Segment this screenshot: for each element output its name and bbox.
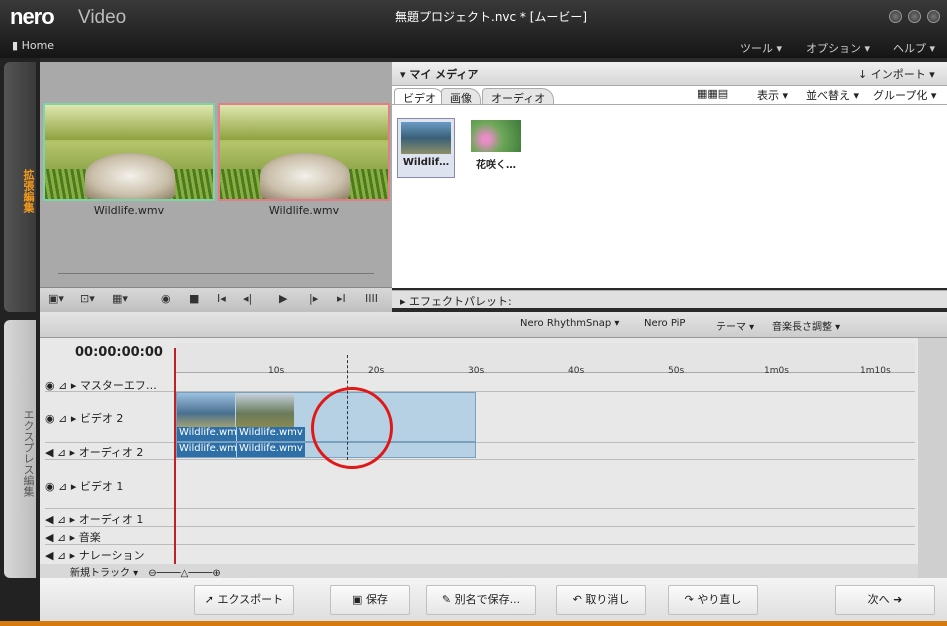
minimize-button[interactable]: [889, 10, 902, 23]
tab-audio[interactable]: オーディオ: [482, 88, 555, 105]
ruler-tick: 1m0s: [764, 366, 789, 376]
tab-image[interactable]: 画像: [441, 88, 481, 105]
play-button[interactable]: ▶: [279, 292, 287, 308]
trim-button[interactable]: IIII: [365, 292, 378, 308]
media-item-flowers[interactable]: 花咲く…: [466, 118, 526, 178]
tab-express-edit[interactable]: エクスプレス編集: [4, 320, 36, 578]
save-button[interactable]: ▣ 保存: [330, 585, 410, 615]
theme-button[interactable]: テーマ ▾: [716, 318, 754, 333]
save-as-label: 別名で保存...: [454, 593, 521, 606]
tab-video[interactable]: ビデオ: [394, 88, 445, 105]
menu-options[interactable]: オプション ▾: [806, 40, 870, 56]
ruler-tick: 20s: [368, 366, 385, 376]
clip-label: Wildlife.wmv: [237, 443, 305, 457]
next-label: 次へ: [867, 593, 890, 606]
product-name: Video: [78, 7, 127, 28]
redo-button[interactable]: ↷ やり直し: [668, 585, 758, 615]
playhead[interactable]: [174, 348, 176, 578]
undo-icon: ↶: [572, 593, 586, 606]
preview-label-right: Wildlife.wmv: [268, 204, 340, 217]
track-narration[interactable]: ◀ ⊿ ▸ ナレーション: [45, 547, 175, 563]
sort-menu[interactable]: 並べ替え ▾: [806, 87, 859, 103]
bottom-accent: [0, 621, 947, 626]
camera-icon[interactable]: ◉: [161, 292, 171, 308]
save-as-icon: ✎: [441, 593, 455, 606]
home-link[interactable]: ▮ Home: [12, 39, 54, 52]
rhythmsnap-button[interactable]: Nero RhythmSnap ▾: [520, 318, 619, 329]
stop-button[interactable]: ■: [189, 292, 199, 308]
track-label: ▸ オーディオ 1: [69, 513, 144, 526]
media-item-label: Wildlif…: [402, 157, 450, 168]
close-button[interactable]: [927, 10, 940, 23]
track-label: ▸ オーディオ 2: [69, 446, 144, 459]
maximize-button[interactable]: [908, 10, 921, 23]
highlight-circle: [311, 387, 393, 469]
window-title: 無題プロジェクト.nvc * [ムービー]: [395, 10, 588, 24]
group-menu[interactable]: グループ化 ▾: [873, 87, 936, 103]
prev-frame-button[interactable]: ◂|: [243, 292, 252, 308]
view-mode-icons[interactable]: ▦▦▤: [697, 87, 728, 100]
export-button[interactable]: ➚ エクスポート: [194, 585, 294, 615]
my-media-title[interactable]: ▾ マイ メディア: [400, 66, 478, 82]
undo-label: 取り消し: [585, 593, 630, 606]
ruler-tick: 1m10s: [860, 366, 891, 376]
track-label: ▸ ビデオ 2: [70, 412, 124, 425]
export-label: エクスポート: [217, 593, 284, 606]
timeline-side-tools: [918, 338, 947, 578]
preview-label-left: Wildlife.wmv: [93, 204, 165, 217]
snapshot-menu-icon[interactable]: ▣▾: [48, 292, 64, 308]
music-fit-button[interactable]: 音楽長さ調整 ▾: [772, 318, 840, 333]
ruler-tick: 50s: [668, 366, 685, 376]
ruler-tick: 30s: [468, 366, 485, 376]
go-start-button[interactable]: I◂: [217, 292, 226, 308]
menu-help[interactable]: ヘルプ ▾: [893, 40, 935, 56]
track-audio-1[interactable]: ◀ ⊿ ▸ オーディオ 1: [45, 511, 175, 527]
save-label: 保存: [365, 593, 388, 606]
preview-scrubber[interactable]: [58, 268, 374, 274]
time-ruler[interactable]: [175, 343, 915, 373]
timeline-zoom-row: 新規トラック ▾ ⊖────△────⊕: [40, 564, 918, 579]
track-video-1[interactable]: ◉ ⊿ ▸ ビデオ 1: [45, 478, 175, 494]
save-as-button[interactable]: ✎ 別名で保存...: [426, 585, 536, 615]
media-item-wildlife[interactable]: Wildlif…: [397, 118, 455, 178]
ruler-tick: 40s: [568, 366, 585, 376]
export-icon: ➚: [204, 593, 218, 606]
track-label: ▸ 音楽: [69, 531, 101, 544]
go-end-button[interactable]: ▸I: [337, 292, 346, 308]
ruler-tick: 10s: [268, 366, 285, 376]
video-clip-thumb: [236, 393, 294, 427]
nero-video-window: nero Video 無題プロジェクト.nvc * [ムービー] ▮ Home …: [0, 0, 947, 626]
import-button[interactable]: ↓ インポート ▾: [858, 66, 935, 82]
home-label: Home: [21, 39, 55, 52]
next-frame-button[interactable]: |▸: [309, 292, 318, 308]
fit-menu-icon[interactable]: ⊡▾: [80, 292, 95, 308]
effects-palette-bar[interactable]: ▸ エフェクトパレット:: [392, 290, 947, 308]
track-label: ▸ ナレーション: [69, 549, 145, 562]
redo-icon: ↷: [684, 593, 698, 606]
menu-tools[interactable]: ツール ▾: [740, 40, 782, 56]
clip-label: Wildlife.wmv: [237, 427, 305, 441]
view-menu[interactable]: 表示 ▾: [757, 87, 788, 103]
next-arrow-icon: ➜: [889, 593, 903, 606]
preview-frame-right: [218, 103, 390, 201]
clip-label: Wildlife.wm: [177, 427, 236, 441]
track-video-2[interactable]: ◉ ⊿ ▸ ビデオ 2: [45, 410, 175, 426]
undo-button[interactable]: ↶ 取り消し: [556, 585, 646, 615]
save-icon: ▣: [352, 593, 366, 606]
timecode: 00:00:00:00: [75, 345, 163, 360]
track-audio-2[interactable]: ◀ ⊿ ▸ オーディオ 2: [45, 444, 175, 460]
track-music[interactable]: ◀ ⊿ ▸ 音楽: [45, 529, 175, 545]
media-tab-divider: [392, 104, 947, 105]
redo-label: やり直し: [697, 593, 742, 606]
video-clip-thumb: [177, 393, 235, 427]
clip-label: Wildlife.wm: [177, 443, 236, 457]
media-item-label: 花咲く…: [476, 160, 516, 171]
track-label: ▸ ビデオ 1: [70, 480, 124, 493]
tab-advanced-edit[interactable]: 拡張編集: [4, 62, 36, 312]
pip-button[interactable]: Nero PiP: [644, 318, 685, 329]
layout-menu-icon[interactable]: ▦▾: [112, 292, 128, 308]
nero-logo: nero: [10, 4, 55, 29]
next-button[interactable]: 次へ ➜: [835, 585, 935, 615]
preview-frame-left: [43, 103, 215, 201]
